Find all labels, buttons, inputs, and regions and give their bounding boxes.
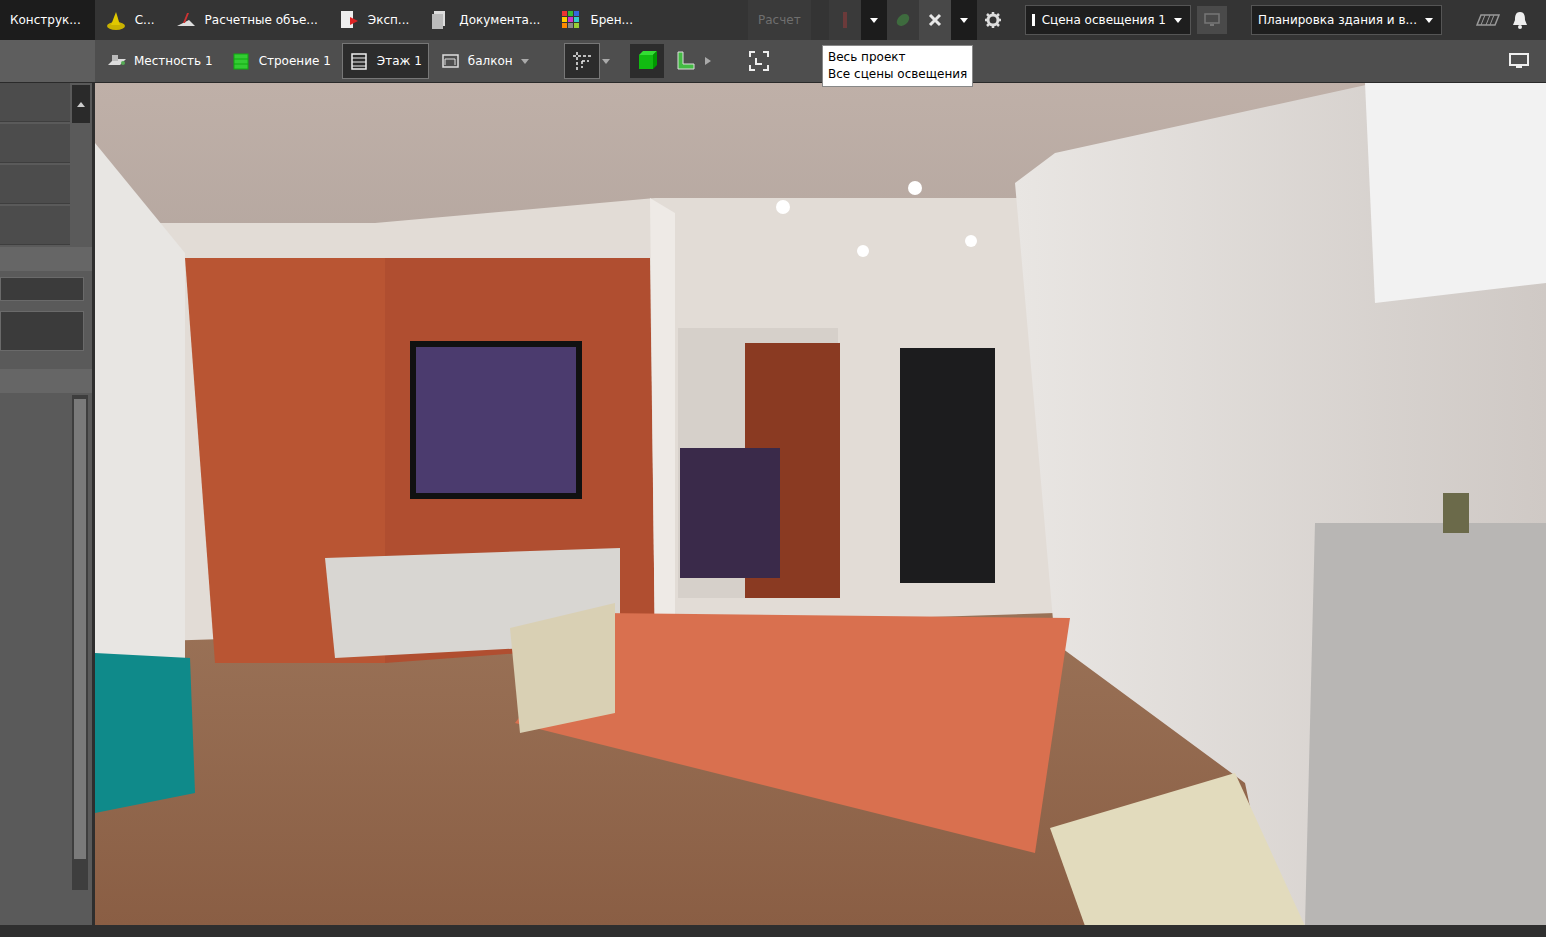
leaf-button[interactable] [887, 0, 919, 40]
toolbar-tab[interactable]: Эксп... [328, 0, 420, 40]
toolbar-tab[interactable]: Расчетные объе... [165, 0, 328, 40]
dropdown-icon [868, 14, 880, 26]
level-tab[interactable]: Местность 1 [99, 43, 220, 79]
plan-icon [1476, 13, 1500, 27]
run-icon [838, 10, 852, 30]
monitor-icon [1508, 52, 1530, 70]
level-label: Строение 1 [259, 54, 331, 68]
view-select[interactable]: Планировка здания и в... [1251, 5, 1442, 35]
room-render [95, 83, 1546, 925]
properties-panel [0, 83, 95, 925]
level-label: балкон [468, 54, 513, 68]
scene-select[interactable]: Сцена освещения 1 [1025, 5, 1191, 35]
tab-label: С... [135, 13, 155, 27]
3d-view[interactable] [95, 83, 1546, 925]
level-label: Местность 1 [134, 54, 213, 68]
3d-view-button[interactable] [630, 44, 664, 78]
monitor-button[interactable] [1197, 6, 1227, 34]
toolbar-tab[interactable]: Брен... [550, 0, 643, 40]
cube-icon [636, 50, 658, 72]
panel-row[interactable] [0, 124, 70, 163]
wall-view-button[interactable] [668, 44, 702, 78]
tab-label: Брен... [590, 13, 633, 27]
scene-label: Сцена освещения 1 [1042, 13, 1166, 27]
plan-view-button[interactable] [564, 43, 600, 79]
close-icon [927, 12, 943, 28]
gear-icon [984, 11, 1002, 29]
panel-row[interactable] [0, 83, 70, 122]
building-icon [231, 51, 253, 71]
dropdown-icon [958, 14, 970, 26]
panel-row[interactable] [0, 165, 70, 204]
storey-icon [349, 51, 371, 71]
main-toolbar: Конструк... С... Расчетные объе... Эксп... Д… [0, 0, 1546, 40]
toolbar-tab[interactable]: Документа... [419, 0, 550, 40]
workspace [0, 83, 1546, 925]
tab-label: Конструк... [10, 13, 81, 27]
tooltip: Весь проектВсе сцены освещения [822, 45, 973, 87]
dropdown-icon [600, 55, 612, 67]
tab-label: Расчетные объе... [205, 13, 318, 27]
fullscreen-button[interactable] [1502, 44, 1536, 78]
calc-run-button[interactable] [829, 0, 861, 40]
calc-objects-icon [175, 9, 197, 31]
monitor-icon [1204, 13, 1220, 27]
level-tab[interactable]: балкон [433, 43, 538, 79]
scroll-up-icon [76, 100, 86, 108]
toolbar-spacer [0, 40, 95, 82]
wall-icon [674, 50, 696, 72]
light-icon [105, 9, 127, 31]
view-label: Планировка здания и в... [1258, 13, 1417, 27]
fit-view-button[interactable] [742, 44, 776, 78]
calc-button: Расчет [748, 0, 811, 40]
export-icon [338, 9, 360, 31]
calc-label: Расчет [758, 13, 801, 27]
dropdown-icon [1423, 14, 1435, 26]
toolbar-tab[interactable]: С... [95, 0, 165, 40]
brands-icon [560, 9, 582, 31]
documents-icon [429, 9, 451, 31]
level-tab[interactable]: Этаж 1 [342, 43, 429, 79]
scroll-thumb[interactable] [74, 399, 86, 859]
cancel-dropdown[interactable] [951, 0, 977, 40]
plan-view-icon [571, 50, 593, 72]
cancel-button[interactable] [919, 0, 951, 40]
calc-dropdown[interactable] [861, 0, 887, 40]
balcony-icon [440, 51, 462, 71]
dropdown-icon [1172, 14, 1184, 26]
notifications-button[interactable] [1504, 0, 1536, 40]
plan-button[interactable] [1472, 0, 1504, 40]
status-bar [0, 925, 1546, 937]
spacer [0, 247, 92, 271]
panel-field[interactable] [0, 311, 84, 351]
leaf-icon [894, 11, 912, 29]
panel-row[interactable] [0, 206, 70, 245]
scrollbar[interactable] [72, 85, 90, 123]
toolbar-tab[interactable]: Конструк... [0, 0, 95, 40]
tab-label: Эксп... [368, 13, 410, 27]
level-toolbar: Местность 1 Строение 1 Этаж 1 балкон [0, 40, 1546, 83]
tooltip-line: Весь проект [828, 49, 967, 66]
level-label: Этаж 1 [377, 54, 422, 68]
tooltip-line: Все сцены освещения [828, 66, 967, 83]
tab-label: Документа... [459, 13, 540, 27]
fit-icon [748, 50, 770, 72]
toolbar-right: Расчет Сцена освещения 1 Планировка здания… [748, 0, 1546, 40]
scroll-track[interactable] [72, 395, 88, 890]
level-tab[interactable]: Строение 1 [224, 43, 338, 79]
spacer [0, 369, 92, 393]
dropdown-icon [519, 55, 531, 67]
scene-marker-icon [1032, 13, 1036, 27]
settings-button[interactable] [977, 0, 1009, 40]
bell-icon [1511, 10, 1529, 30]
expand-icon [702, 55, 714, 67]
panel-field[interactable] [0, 277, 84, 301]
terrain-icon [106, 51, 128, 71]
